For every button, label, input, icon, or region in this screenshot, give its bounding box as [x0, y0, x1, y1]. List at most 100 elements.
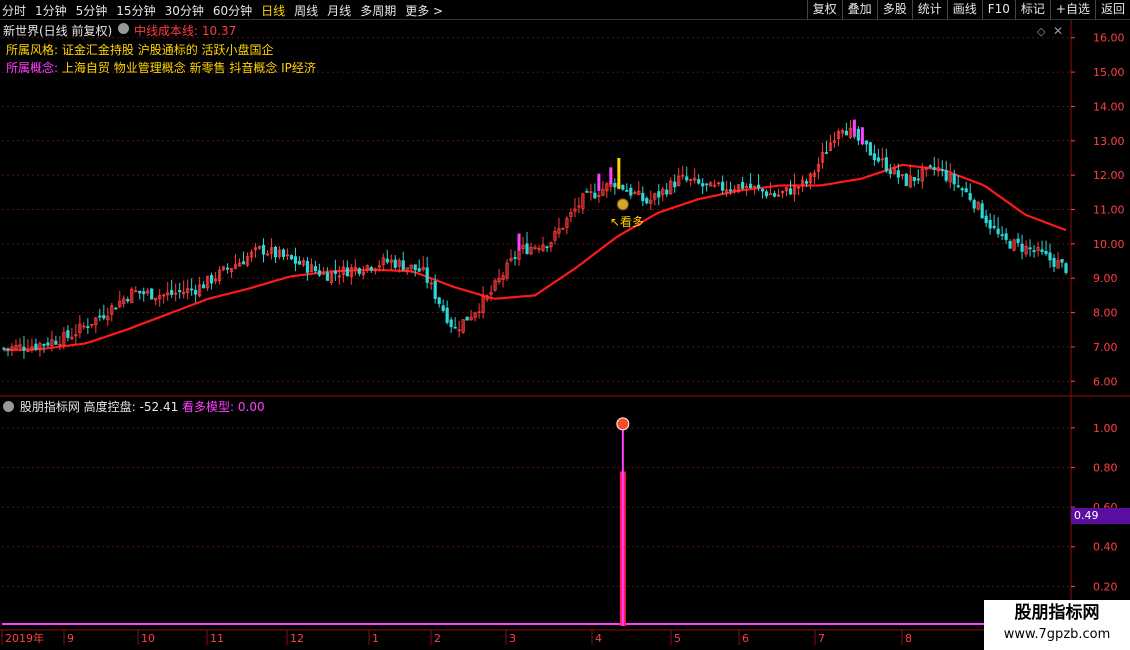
date-label: 2: [434, 632, 441, 645]
candle-body: [1008, 241, 1012, 249]
candle-body: [513, 257, 517, 259]
candle-body: [772, 193, 777, 197]
candle-body: [437, 297, 441, 305]
candle-body: [114, 307, 118, 310]
candle-body: [992, 225, 996, 228]
indicator-name: 股朋指标网: [19, 400, 80, 414]
candle-body: [1064, 263, 1068, 273]
candle-body: [868, 142, 872, 156]
candle-body: [22, 346, 26, 351]
indicator-tick-label: 0.40: [1093, 541, 1118, 554]
magenta-signal-bar: [597, 173, 601, 191]
candle-body: [225, 267, 230, 270]
candle-body: [413, 264, 417, 271]
ma-line-layer: [3, 163, 1067, 352]
candle-body: [293, 256, 298, 264]
bullish-signal-label: ↖看多: [610, 215, 644, 229]
candle-body: [960, 188, 964, 191]
candle-body: [912, 177, 916, 181]
date-label: 1: [372, 632, 379, 645]
collapse-circle-icon[interactable]: [118, 23, 129, 34]
candle-body: [433, 281, 437, 299]
indicator-tick-label: 0.20: [1093, 580, 1118, 593]
candle-body: [1044, 250, 1048, 255]
candle-body: [1016, 238, 1020, 243]
candle-body: [593, 192, 597, 199]
cursor-value-badge: 0.49: [1071, 508, 1130, 524]
indicator-tick-label: 1.00: [1093, 422, 1118, 435]
concept-label: 所属概念:: [6, 61, 59, 75]
candle-body: [972, 199, 976, 209]
date-label: 11: [210, 632, 224, 645]
midline-cost-value: 中线成本线: 10.37: [134, 24, 237, 38]
candle-body: [138, 290, 142, 294]
price-tick-label: 9.00: [1093, 272, 1118, 285]
candle-body: [425, 267, 429, 283]
candle-body: [629, 187, 633, 196]
candle-body: [393, 259, 397, 268]
candle-body: [980, 203, 984, 219]
candle-body: [904, 173, 908, 187]
price-tick-label: 14.00: [1093, 100, 1125, 113]
candle-body: [98, 315, 102, 318]
candle-body: [984, 215, 988, 224]
candle-body: [621, 185, 625, 190]
date-label: 7: [818, 632, 825, 645]
candle-body: [1020, 243, 1024, 252]
date-label: 4: [595, 632, 602, 645]
style-label: 所属风格:: [6, 43, 59, 57]
candle-body: [625, 190, 629, 192]
candle-body: [273, 246, 278, 258]
candle-body: [6, 348, 10, 351]
date-label: 9: [67, 632, 74, 645]
candle-body: [401, 260, 405, 271]
candle-body: [210, 275, 214, 284]
candle-body: [102, 315, 106, 319]
candle-body: [281, 249, 286, 257]
candle-body: [964, 188, 968, 193]
date-label: 8: [905, 632, 912, 645]
candlestick-layer: [2, 120, 1068, 359]
date-label: 2019年: [5, 631, 44, 645]
midline-ma-line: [3, 163, 1067, 352]
candle-body: [449, 319, 453, 328]
stock-chart[interactable]: 6.007.008.009.0010.0011.0012.0013.0014.0…: [0, 0, 1130, 650]
candle-body: [357, 268, 361, 274]
price-tick-label: 10.00: [1093, 238, 1125, 251]
date-axis: 2019年 9 10 11 12 1 2 3 4 5 6 7 8: [1, 630, 912, 645]
magenta-signal-bar: [860, 127, 864, 145]
candle-body: [1032, 250, 1036, 253]
candle-body: [465, 316, 469, 321]
candle-body: [768, 193, 773, 196]
candle-body: [190, 288, 194, 291]
candle-body: [385, 258, 389, 263]
candle-body: [645, 197, 649, 204]
candle-body: [804, 181, 809, 184]
candle-body: [940, 169, 944, 171]
candle-body: [673, 181, 677, 188]
candle-body: [760, 188, 765, 192]
money-bag-icon: [616, 198, 629, 211]
candle-body: [872, 153, 876, 161]
concept-row: 所属概念: 上海自贸 物业管理概念 新零售 抖音概念 IP经济: [6, 59, 316, 76]
candle-body: [932, 167, 936, 170]
candle-body: [441, 305, 445, 311]
candle-body: [453, 326, 457, 329]
price-tick-label: 11.00: [1093, 204, 1125, 217]
candle-body: [968, 193, 972, 200]
collapse-circle-icon[interactable]: [3, 401, 14, 412]
close-icon[interactable]: ✕: [1053, 24, 1063, 38]
candle-body: [289, 254, 294, 260]
candle-body: [525, 243, 529, 255]
style-row: 所属风格: 证金汇金持股 沪股通标的 活跃小盘国企: [6, 41, 274, 58]
candle-body: [916, 178, 920, 181]
candle-body: [66, 330, 70, 338]
diamond-icon[interactable]: ◇: [1037, 25, 1046, 38]
watermark: 股朋指标网 www.7gpzb.com: [984, 600, 1130, 650]
candle-body: [756, 184, 761, 189]
candle-body: [856, 128, 860, 141]
candle-body: [685, 176, 689, 181]
candle-body: [46, 342, 50, 346]
candle-body: [705, 183, 709, 186]
candle-body: [261, 244, 266, 255]
